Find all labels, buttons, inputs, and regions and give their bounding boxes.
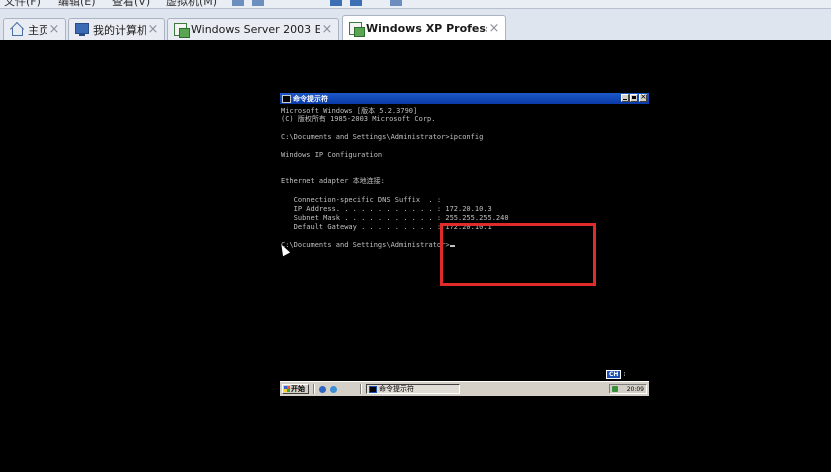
home-icon <box>10 23 24 37</box>
tab-windows-server-2003[interactable]: Windows Server 2003 Enterpri... × <box>167 18 339 40</box>
language-bar-options-icon[interactable]: ⁝ <box>623 371 625 378</box>
start-label: 开始 <box>291 385 305 393</box>
tab-close-button[interactable]: × <box>146 22 160 37</box>
computer-icon <box>75 22 89 36</box>
tray-clock[interactable]: 20:09 <box>627 386 644 393</box>
tab-my-computer[interactable]: 我的计算机 × <box>68 18 165 40</box>
taskbar-separator <box>360 384 362 394</box>
tab-label: 我的计算机 <box>93 23 146 37</box>
tab-home[interactable]: 主页 × <box>3 18 66 40</box>
tab-label: Windows Server 2003 Enterpri... <box>191 23 320 36</box>
tab-close-button[interactable]: × <box>47 22 61 37</box>
tab-label: Windows XP Professional <box>366 22 487 35</box>
menu-edit[interactable]: 编辑(E) <box>58 0 96 8</box>
start-button[interactable]: 开始 <box>282 384 309 394</box>
snapshot-icon[interactable] <box>232 0 244 6</box>
tab-bar: 主页 × 我的计算机 × Windows Server 2003 Enterpr… <box>0 9 831 41</box>
system-tray: 20:09 <box>609 384 647 394</box>
maximize-button[interactable] <box>630 94 638 102</box>
network-icon[interactable] <box>612 386 618 392</box>
menu-file[interactable]: 文件(F) <box>4 0 41 8</box>
guest-taskbar: 开始 命令提示符 20:09 <box>280 381 649 396</box>
cmd-title-bar[interactable]: 命令提示符 <box>280 92 649 104</box>
tab-close-button[interactable]: × <box>320 22 334 37</box>
minimize-button[interactable] <box>621 94 629 102</box>
console-prompt: C:\Documents and Settings\Administrator> <box>281 241 450 249</box>
language-indicator[interactable]: CH <box>606 370 622 379</box>
show-desktop-icon[interactable] <box>330 386 337 393</box>
menu-vm[interactable]: 虚拟机(M) <box>166 0 217 8</box>
unity-icon[interactable] <box>350 0 362 6</box>
taskbar-button-label: 命令提示符 <box>379 385 414 393</box>
console-line: Subnet Mask . . . . . . . . . . . : 255.… <box>281 214 509 222</box>
console-line: Ethernet adapter 本地连接: <box>281 177 385 185</box>
fullscreen-icon[interactable] <box>330 0 342 6</box>
close-button[interactable] <box>639 92 647 102</box>
revert-icon[interactable] <box>252 0 264 6</box>
console-line: (C) 版权所有 1985-2003 Microsoft Corp. <box>281 115 436 123</box>
console-line: IP Address. . . . . . . . . . . . : 172.… <box>281 205 492 213</box>
tab-windows-xp-professional[interactable]: Windows XP Professional × <box>342 15 506 41</box>
tab-label: 主页 <box>28 23 47 37</box>
host-toolbar: 文件(F) 编辑(E) 查看(V) 虚拟机(M) <box>0 0 831 9</box>
cmd-window-icon[interactable] <box>282 94 291 103</box>
menu-view[interactable]: 查看(V) <box>112 0 150 8</box>
console-prompt-line: C:\Documents and Settings\Administrator> <box>281 241 455 249</box>
console-line: C:\Documents and Settings\Administrator>… <box>281 133 484 141</box>
taskbar-button-cmd[interactable]: 命令提示符 <box>366 384 460 394</box>
vm-icon <box>349 22 365 37</box>
windows-flag-icon <box>284 386 290 392</box>
console-line: Windows IP Configuration <box>281 151 383 159</box>
highlight-annotation-box <box>440 223 596 286</box>
taskbar-separator <box>313 384 315 394</box>
console-line: Microsoft Windows [版本 5.2.3790] <box>281 107 418 115</box>
window-controls <box>620 92 647 102</box>
internet-explorer-icon[interactable] <box>319 386 326 393</box>
tab-close-button[interactable]: × <box>487 21 501 36</box>
cmd-task-icon <box>369 385 377 393</box>
vm-icon <box>174 23 190 38</box>
language-bar[interactable]: CH ⁝ <box>606 370 633 379</box>
console-view-icon[interactable] <box>390 0 402 6</box>
console-line: Connection-specific DNS Suffix . : <box>281 196 442 204</box>
cmd-window-title: 命令提示符 <box>293 94 328 103</box>
